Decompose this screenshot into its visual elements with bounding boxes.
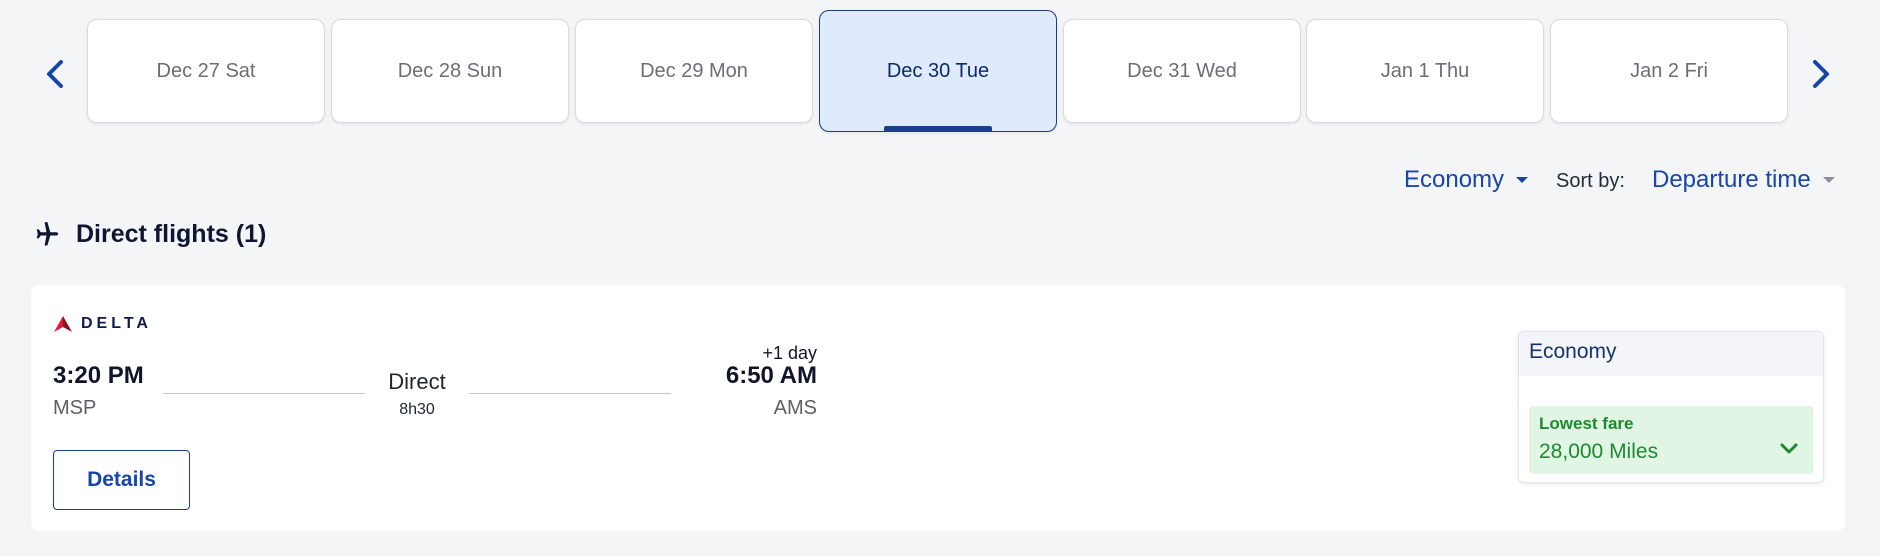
date-tab-label: Jan 2 Fri bbox=[1630, 59, 1708, 82]
sort-by-label: Sort by: bbox=[1556, 170, 1625, 192]
date-tab-label: Dec 31 Wed bbox=[1127, 59, 1237, 82]
details-button[interactable]: Details bbox=[53, 450, 190, 510]
date-tab-label: Dec 28 Sun bbox=[397, 59, 503, 82]
caret-down-icon bbox=[1516, 177, 1529, 183]
selected-indicator bbox=[884, 126, 992, 131]
date-tab-jan-2[interactable]: Jan 2 Fri bbox=[1550, 19, 1788, 123]
departure-airport: MSP bbox=[53, 397, 97, 419]
day-offset: +1 day bbox=[762, 343, 817, 363]
fare-label: Lowest fare bbox=[1539, 414, 1634, 433]
date-tab-dec-30-selected[interactable]: Dec 30 Tue bbox=[819, 10, 1057, 132]
date-tab-dec-27[interactable]: Dec 27 Sat bbox=[87, 19, 325, 123]
date-tab-label: Jan 1 Thu bbox=[1380, 59, 1470, 82]
chevron-down-icon[interactable] bbox=[1779, 442, 1799, 456]
date-tab-dec-31[interactable]: Dec 31 Wed bbox=[1063, 19, 1301, 123]
fare-option-economy[interactable]: Economy Lowest fare 28,000 Miles bbox=[1518, 331, 1824, 483]
route-line bbox=[469, 393, 671, 394]
airplane-icon bbox=[36, 221, 59, 245]
route-line bbox=[163, 393, 365, 394]
date-tab-jan-1[interactable]: Jan 1 Thu bbox=[1306, 19, 1544, 123]
chevron-right-icon bbox=[1813, 60, 1829, 88]
date-tab-dec-28[interactable]: Dec 28 Sun bbox=[331, 19, 569, 123]
date-tab-dec-29[interactable]: Dec 29 Mon bbox=[575, 19, 813, 123]
stops-label: Direct bbox=[388, 369, 446, 394]
section-title: Direct flights (1) bbox=[76, 220, 267, 248]
sort-dropdown-value: Departure time bbox=[1652, 166, 1811, 193]
arrival-airport: AMS bbox=[773, 397, 817, 419]
sort-dropdown[interactable]: Departure time bbox=[1652, 166, 1835, 194]
flight-duration: 8h30 bbox=[399, 401, 435, 418]
date-tab-label: Dec 30 Tue bbox=[886, 59, 990, 82]
date-tab-label: Dec 27 Sat bbox=[156, 59, 256, 82]
delta-widget-icon bbox=[54, 316, 72, 332]
departure-time: 3:20 PM bbox=[53, 362, 144, 389]
flight-card: DELTA 3:20 PM MSP Direct 8h30 +1 day 6:5… bbox=[31, 285, 1845, 531]
previous-dates-button[interactable] bbox=[40, 52, 70, 96]
next-dates-button[interactable] bbox=[1806, 52, 1836, 96]
chevron-left-icon bbox=[47, 60, 63, 88]
fare-price: 28,000 Miles bbox=[1539, 440, 1659, 463]
fare-panel: Lowest fare 28,000 Miles bbox=[1529, 406, 1813, 474]
arrival-time: 6:50 AM bbox=[725, 362, 817, 389]
cabin-dropdown-value: Economy bbox=[1404, 166, 1505, 193]
airline-name: DELTA bbox=[81, 315, 152, 332]
date-tab-label: Dec 29 Mon bbox=[640, 59, 748, 82]
cabin-dropdown[interactable]: Economy bbox=[1404, 166, 1529, 194]
section-header: Direct flights (1) bbox=[32, 220, 266, 249]
fare-cabin: Economy bbox=[1519, 332, 1823, 376]
caret-down-icon bbox=[1822, 177, 1835, 183]
airline-logo: DELTA bbox=[53, 315, 152, 333]
